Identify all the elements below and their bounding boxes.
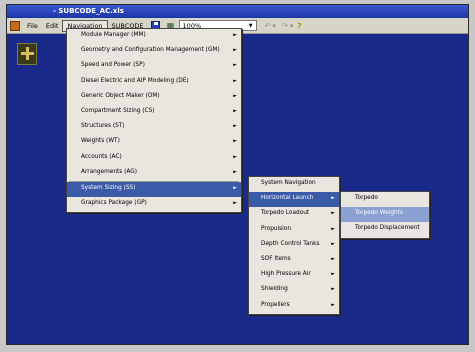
menu-item-propellers[interactable]: Propellers ► bbox=[249, 299, 339, 314]
menu-file[interactable]: File bbox=[23, 21, 42, 31]
chevron-right-icon: ► bbox=[233, 168, 237, 175]
chevron-right-icon: ► bbox=[233, 47, 237, 54]
menu-item-torpedo[interactable]: Torpedo bbox=[341, 192, 429, 207]
chevron-right-icon: ► bbox=[233, 184, 237, 191]
sheet-logo-icon[interactable] bbox=[17, 43, 37, 65]
menu-item-system-sizing[interactable]: System Sizing (SS) ► bbox=[67, 181, 241, 198]
app-icon[interactable] bbox=[10, 20, 20, 31]
chevron-right-icon: ► bbox=[233, 92, 237, 99]
undo-redo-icons[interactable]: ↶▾ ↷▾ bbox=[265, 22, 296, 30]
chevron-right-icon: ► bbox=[233, 32, 237, 38]
chevron-right-icon: ► bbox=[331, 255, 335, 262]
chevron-right-icon: ► bbox=[331, 195, 335, 202]
menu-item-graphics-package[interactable]: Graphics Package (GP) ► bbox=[67, 197, 241, 212]
chevron-right-icon: ► bbox=[233, 123, 237, 130]
chevron-right-icon: ► bbox=[331, 271, 335, 278]
menu-item-compartment-sizing[interactable]: Compartment Sizing (CS) ► bbox=[67, 105, 241, 120]
menu-item-structures[interactable]: Structures (ST) ► bbox=[67, 120, 241, 135]
menu-item-diesel-electric[interactable]: Diesel Electric and AIP Modeling (DE) ► bbox=[67, 75, 241, 90]
menu-item-horizontal-launch[interactable]: Horizontal Launch ► bbox=[249, 192, 339, 208]
chevron-right-icon: ► bbox=[233, 153, 237, 160]
chevron-right-icon: ► bbox=[233, 62, 237, 69]
menu-item-accounts[interactable]: Accounts (AC) ► bbox=[67, 151, 241, 166]
chevron-right-icon: ► bbox=[331, 225, 335, 232]
window-title: - SUBCODE_AC.xls bbox=[53, 7, 124, 15]
menu-item-module-manager[interactable]: Module Manager (MM) ► bbox=[67, 29, 241, 44]
chevron-right-icon: ► bbox=[233, 77, 237, 84]
chevron-right-icon: ► bbox=[331, 240, 335, 247]
menu-item-speed-power[interactable]: Speed and Power (SP) ► bbox=[67, 59, 241, 74]
horizontal-launch-dropdown: Torpedo Torpedo Weights Torpedo Displace… bbox=[340, 191, 430, 239]
menu-item-torpedo-displacement[interactable]: Torpedo Displacement bbox=[341, 222, 429, 237]
menu-item-geometry-configuration[interactable]: Geometry and Configuration Management (G… bbox=[67, 44, 241, 59]
menu-item-sof-items[interactable]: SOF Items ► bbox=[249, 253, 339, 268]
navigation-dropdown: Module Manager (MM) ► Geometry and Config… bbox=[66, 28, 242, 214]
menu-item-depth-control-tanks[interactable]: Depth Control Tanks ► bbox=[249, 238, 339, 253]
menu-item-propulsion[interactable]: Propulsion ► bbox=[249, 223, 339, 238]
menu-item-torpedo-weights[interactable]: Torpedo Weights bbox=[341, 207, 429, 223]
menu-edit[interactable]: Edit bbox=[42, 21, 63, 31]
menu-item-arrangements[interactable]: Arrangements (AG) ► bbox=[67, 166, 241, 181]
chevron-right-icon: ► bbox=[331, 286, 335, 293]
menu-item-system-navigation[interactable]: System Navigation bbox=[249, 177, 339, 192]
title-bar: - SUBCODE_AC.xls bbox=[7, 5, 468, 18]
chevron-right-icon: ► bbox=[233, 107, 237, 114]
menu-item-torpedo-loadout[interactable]: Torpedo Loadout ► bbox=[249, 207, 339, 222]
menu-item-weights[interactable]: Weights (WT) ► bbox=[67, 135, 241, 150]
menu-item-generic-object-maker[interactable]: Generic Object Maker (OM) ► bbox=[67, 90, 241, 105]
chevron-down-icon: ▼ bbox=[248, 22, 253, 29]
help-icon[interactable]: ? bbox=[298, 22, 302, 30]
chevron-right-icon: ► bbox=[233, 200, 237, 207]
menu-item-high-pressure-air[interactable]: High Pressure Air ► bbox=[249, 268, 339, 283]
chevron-right-icon: ► bbox=[331, 301, 335, 308]
menu-item-shielding[interactable]: Shielding ► bbox=[249, 283, 339, 298]
chevron-right-icon: ► bbox=[233, 138, 237, 145]
chevron-right-icon: ► bbox=[331, 210, 335, 217]
system-sizing-dropdown: System Navigation Horizontal Launch ► Tor… bbox=[248, 176, 340, 315]
